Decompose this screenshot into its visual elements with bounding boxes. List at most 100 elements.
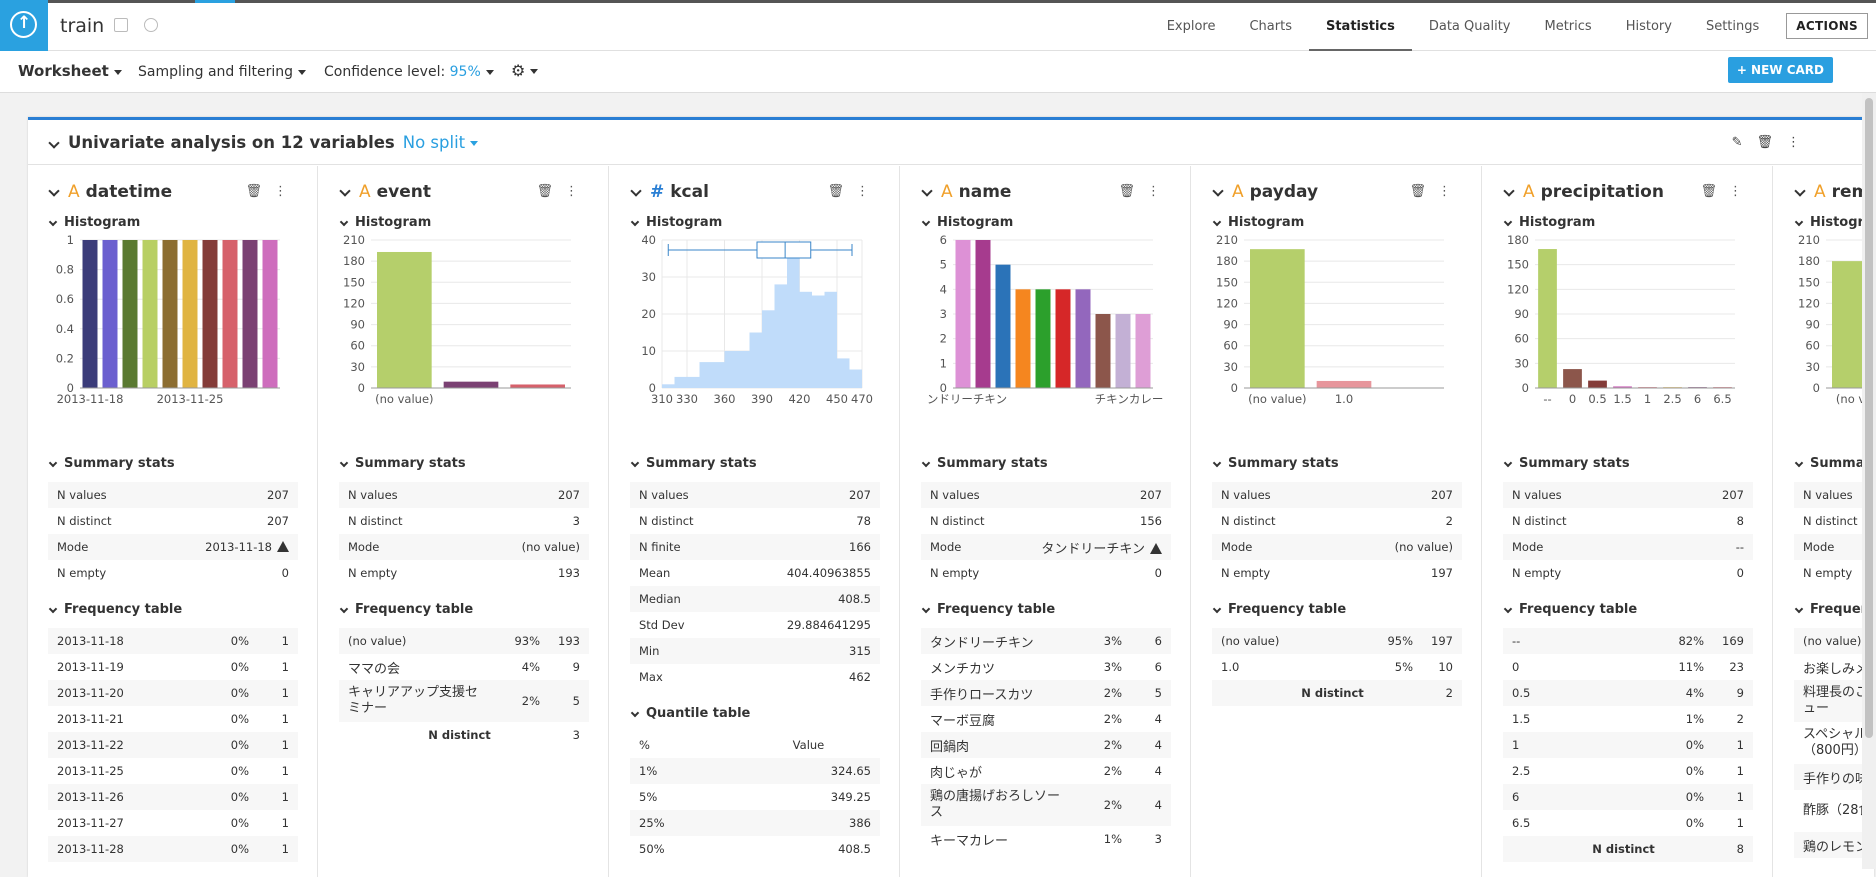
histogram-bar[interactable] xyxy=(222,240,238,388)
histogram-bar[interactable] xyxy=(1135,314,1151,388)
summary-section-header[interactable]: Summary stats xyxy=(630,456,757,471)
new-card-button[interactable]: + NEW CARD xyxy=(1727,57,1833,83)
summary-section-header[interactable]: Summary stats xyxy=(921,456,1048,471)
collapse-chevron-icon[interactable] xyxy=(339,185,351,197)
summary-section-header[interactable]: Summary stats xyxy=(48,456,175,471)
histogram-bar[interactable] xyxy=(443,381,499,388)
histogram-bar[interactable] xyxy=(162,240,178,388)
settings-menu[interactable]: ⚙ xyxy=(511,61,539,80)
nav-statistics[interactable]: Statistics xyxy=(1308,0,1412,51)
more-icon[interactable]: ⋮ xyxy=(565,184,590,199)
histogram-bar[interactable] xyxy=(1115,314,1131,388)
x-tick-label: (no value) xyxy=(375,392,433,406)
histogram-bar[interactable] xyxy=(712,362,725,388)
collapse-chevron-icon[interactable] xyxy=(921,185,933,197)
histogram-bar[interactable] xyxy=(182,240,198,388)
nav-charts[interactable]: Charts xyxy=(1232,0,1309,51)
collapse-chevron-icon[interactable] xyxy=(630,185,642,197)
more-icon[interactable]: ⋮ xyxy=(274,184,299,199)
nav-data-quality[interactable]: Data Quality xyxy=(1412,0,1528,51)
histogram-bar[interactable] xyxy=(995,264,1011,388)
histogram-bar[interactable] xyxy=(1075,289,1091,388)
vertical-scrollbar[interactable] xyxy=(1862,93,1876,869)
histogram-bar[interactable] xyxy=(975,240,991,388)
collapse-chevron-icon[interactable] xyxy=(48,136,60,149)
histogram-bar[interactable] xyxy=(955,240,971,388)
histogram-bar[interactable] xyxy=(699,362,713,388)
confidence-menu[interactable]: Confidence level: 95% xyxy=(324,64,494,80)
collapse-chevron-icon[interactable] xyxy=(1794,185,1806,197)
histogram-bar[interactable] xyxy=(510,384,565,388)
histogram-bar[interactable] xyxy=(737,351,750,388)
histogram-bar[interactable] xyxy=(82,240,98,388)
histogram-bar[interactable] xyxy=(799,291,813,388)
histogram-bar[interactable] xyxy=(824,291,838,388)
nav-settings[interactable]: Settings xyxy=(1689,0,1776,51)
histogram-bar[interactable] xyxy=(1563,369,1582,388)
histogram-bar[interactable] xyxy=(262,240,278,388)
split-selector[interactable]: No split xyxy=(403,133,479,152)
histogram-bar[interactable] xyxy=(762,310,775,388)
histogram-bar[interactable] xyxy=(687,376,700,388)
scrollbar-thumb[interactable] xyxy=(1865,98,1873,738)
frequency-section-header[interactable]: Frequency table xyxy=(921,602,1055,617)
more-icon[interactable]: ⋮ xyxy=(1147,184,1172,199)
trash-icon[interactable]: 🗑 xyxy=(1409,184,1438,199)
histogram-bar[interactable] xyxy=(377,251,432,388)
nav-explore[interactable]: Explore xyxy=(1150,0,1233,51)
histogram-bar[interactable] xyxy=(1538,249,1557,388)
histogram-bar[interactable] xyxy=(749,332,763,389)
histogram-bar[interactable] xyxy=(1588,380,1607,388)
nav-history[interactable]: History xyxy=(1609,0,1689,51)
summary-section-header[interactable]: Summary stats xyxy=(1503,456,1630,471)
histogram-bar[interactable] xyxy=(774,284,788,388)
histogram-bar[interactable] xyxy=(202,240,218,388)
more-icon[interactable]: ⋮ xyxy=(1787,135,1814,150)
histogram-bar[interactable] xyxy=(674,376,688,388)
history-icon[interactable] xyxy=(144,18,158,32)
frequency-section-header[interactable]: Frequency table xyxy=(1503,602,1637,617)
histogram-bar[interactable] xyxy=(724,351,738,388)
copy-icon[interactable] xyxy=(114,18,128,32)
histogram-bar[interactable] xyxy=(1250,249,1305,388)
histogram-bar[interactable] xyxy=(142,240,158,388)
trash-icon[interactable]: 🗑 xyxy=(1700,184,1729,199)
histogram-bar[interactable] xyxy=(1055,289,1071,388)
more-icon[interactable]: ⋮ xyxy=(1729,184,1754,199)
histogram-bar[interactable] xyxy=(1035,289,1051,388)
collapse-chevron-icon[interactable] xyxy=(1212,185,1224,197)
edit-icon[interactable]: ✎ xyxy=(1732,135,1757,150)
quantile-section-header[interactable]: Quantile table xyxy=(630,706,750,721)
histogram-bar[interactable] xyxy=(242,240,258,388)
frequency-section-header[interactable]: Frequency table xyxy=(1212,602,1346,617)
histogram-bar[interactable] xyxy=(1316,380,1372,388)
collapse-chevron-icon[interactable] xyxy=(1503,185,1515,197)
sampling-menu[interactable]: Sampling and filtering xyxy=(138,64,306,80)
more-icon[interactable]: ⋮ xyxy=(1438,184,1463,199)
histogram-bar[interactable] xyxy=(1095,314,1111,388)
trash-icon[interactable]: 🗑 xyxy=(1118,184,1147,199)
trash-icon[interactable]: 🗑 xyxy=(1756,135,1787,150)
trash-icon[interactable]: 🗑 xyxy=(536,184,565,199)
trash-icon[interactable]: 🗑 xyxy=(245,184,274,199)
home-logo[interactable]: ↑ xyxy=(0,0,48,51)
histogram-bar[interactable] xyxy=(837,358,850,388)
histogram-bar[interactable] xyxy=(849,369,863,389)
collapse-chevron-icon[interactable] xyxy=(48,185,60,197)
project-name[interactable]: train xyxy=(60,15,104,37)
histogram-bar[interactable] xyxy=(102,240,118,388)
summary-section-header[interactable]: Summary stats xyxy=(339,456,466,471)
histogram-bar[interactable] xyxy=(812,295,825,389)
histogram-bar[interactable] xyxy=(1015,289,1031,388)
histogram-bar[interactable] xyxy=(122,240,138,388)
histogram-bar[interactable] xyxy=(662,384,675,388)
trash-icon[interactable]: 🗑 xyxy=(827,184,856,199)
histogram-bar[interactable] xyxy=(787,258,800,389)
nav-metrics[interactable]: Metrics xyxy=(1527,0,1608,51)
frequency-section-header[interactable]: Frequency table xyxy=(339,602,473,617)
more-icon[interactable]: ⋮ xyxy=(856,184,881,199)
worksheet-menu[interactable]: Worksheet xyxy=(18,62,122,80)
frequency-section-header[interactable]: Frequency table xyxy=(48,602,182,617)
summary-section-header[interactable]: Summary stats xyxy=(1212,456,1339,471)
actions-button[interactable]: ACTIONS xyxy=(1786,12,1868,39)
